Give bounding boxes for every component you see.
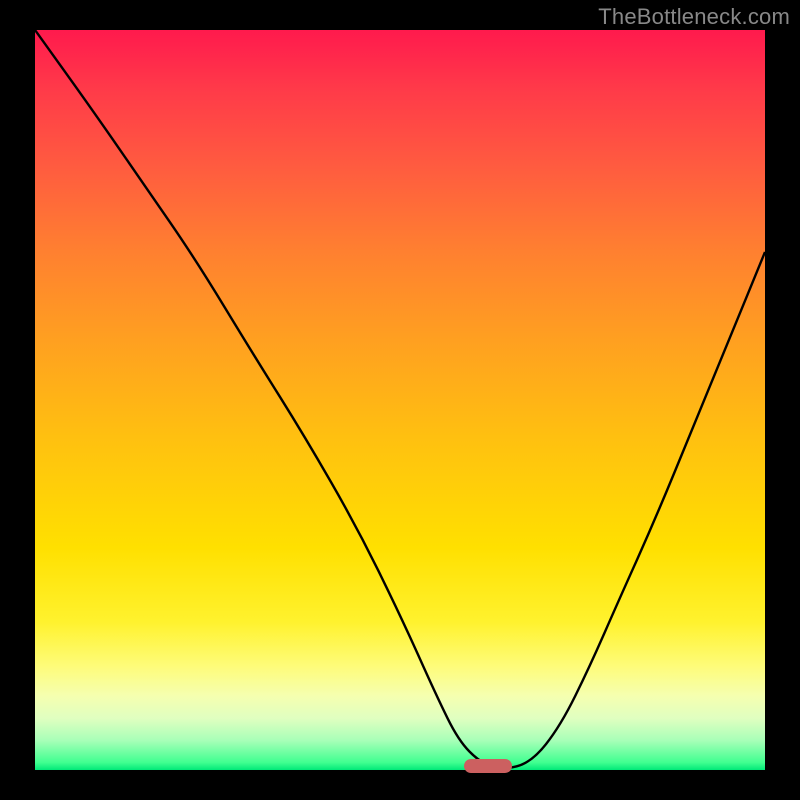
plot-area — [35, 30, 765, 770]
optimal-marker — [464, 759, 512, 773]
chart-frame: TheBottleneck.com — [0, 0, 800, 800]
bottleneck-curve-path — [35, 30, 765, 768]
watermark-text: TheBottleneck.com — [598, 4, 790, 30]
curve-layer — [35, 30, 765, 770]
